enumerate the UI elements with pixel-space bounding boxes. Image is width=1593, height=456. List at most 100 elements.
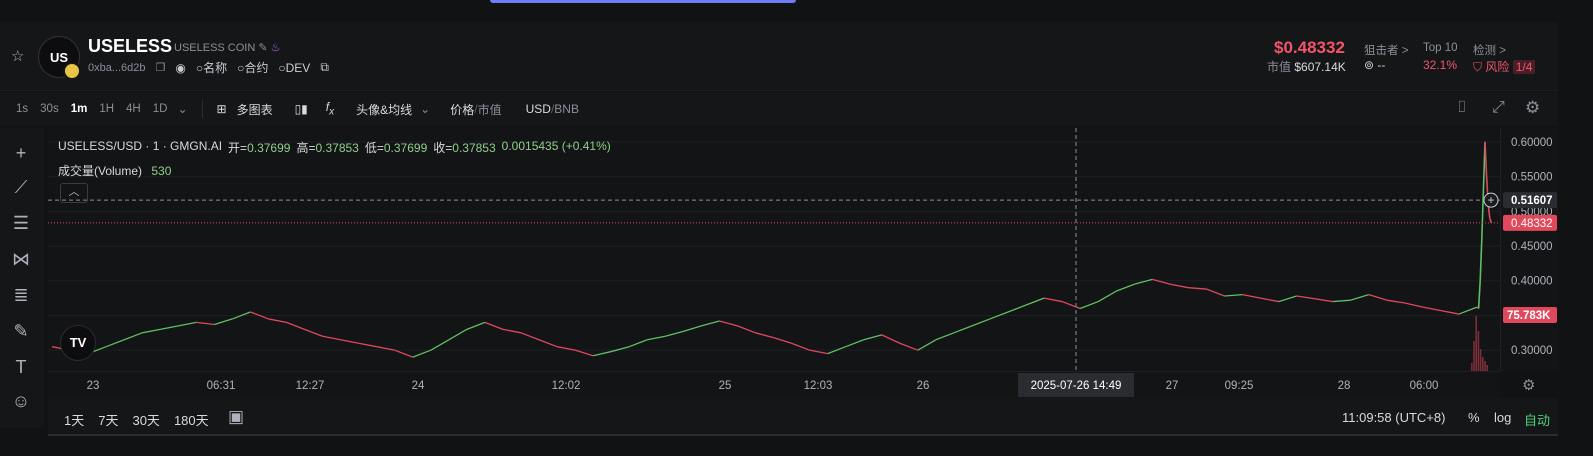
calendar-icon[interactable]: ▣ (228, 407, 244, 427)
price-segment (1007, 304, 1027, 313)
price-segment (773, 337, 792, 344)
price-segment (701, 320, 720, 327)
price-segment (1440, 309, 1460, 315)
price-segment (881, 334, 901, 344)
price-segment (556, 346, 576, 351)
price-segment (304, 328, 323, 337)
x-tick-label: 24 (412, 380, 425, 392)
settings-icon[interactable]: ⚙ (1525, 98, 1540, 118)
price-segment (142, 328, 161, 334)
volume-tag-label: 75.783K (1507, 310, 1551, 322)
external-link-icon[interactable]: ⧉ (320, 60, 329, 75)
spike-segment (1479, 239, 1483, 281)
range-7d[interactable]: 7天 (98, 410, 118, 429)
flame-icon: ♨ (270, 42, 281, 54)
price-segment (611, 346, 630, 353)
search-name-link[interactable]: ○名称 (196, 59, 227, 76)
candle-type-icon[interactable]: ▯▮ (295, 102, 308, 116)
auto-scale-toggle[interactable]: 自动 (1524, 410, 1550, 429)
timeframe-1m[interactable]: 1m (71, 103, 88, 115)
tradingview-logo[interactable]: TV (60, 325, 96, 361)
chart-area[interactable]: + (48, 128, 1500, 371)
function-icon[interactable]: fx (326, 100, 334, 117)
price-toggle[interactable]: 价格 (450, 101, 474, 118)
sniper-label[interactable]: 狙击者 > (1364, 42, 1408, 58)
price-segment (394, 349, 413, 358)
y-tick-label: 0.40000 (1511, 276, 1553, 288)
clock[interactable]: 11:09:58 (UTC+8) (1342, 410, 1445, 425)
chart-legend: USELESS/USD · 1 · GMGN.AI 开=0.37699 高=0.… (58, 139, 611, 155)
price-segment (1404, 302, 1424, 308)
collapse-legend-button[interactable]: ︿ (60, 183, 88, 203)
horizontal-lines-icon[interactable]: ☰ (8, 210, 34, 236)
panel-divider[interactable] (48, 434, 1568, 436)
price-segment (917, 339, 937, 351)
price-segment (1025, 297, 1045, 306)
multi-chart-button[interactable]: 多图表 (237, 101, 273, 118)
price-segment (1350, 294, 1369, 301)
current-price: $0.48332 (1274, 38, 1345, 57)
pattern-icon[interactable]: ⋈ (8, 246, 34, 272)
add-chart-icon[interactable]: ⊞ (217, 102, 227, 116)
timeframe-1h[interactable]: 1H (99, 103, 114, 115)
usd-toggle[interactable]: USD (526, 102, 551, 116)
right-scroll-strip[interactable] (1558, 22, 1593, 456)
copy-icon[interactable]: ❐ (156, 61, 166, 74)
spike-segment (1477, 280, 1481, 309)
risk-check-label[interactable]: 检测 > (1473, 42, 1506, 58)
camera-icon[interactable]: ⌷ (1457, 99, 1467, 117)
x-tick-label: 06:31 (207, 380, 236, 392)
chevron-down-icon[interactable]: ⌄ (420, 102, 430, 116)
bnb-toggle[interactable]: BNB (554, 102, 579, 116)
price-segment (1188, 287, 1207, 290)
price-chart[interactable]: + (48, 128, 1500, 371)
price-segment (105, 339, 125, 348)
price-segment (538, 339, 558, 348)
timeframe-4h[interactable]: 4H (126, 103, 141, 115)
y-tick-label: 0.45000 (1511, 241, 1553, 253)
token-header (0, 22, 1593, 91)
log-scale-toggle[interactable]: log (1494, 410, 1511, 425)
y-tick-label: 0.30000 (1511, 345, 1553, 357)
trendline-icon[interactable]: ⟋ (8, 174, 34, 200)
edit-icon[interactable]: ✎ (258, 42, 267, 54)
price-segment (286, 321, 305, 330)
crosshair-price-label: 0.51607 (1511, 195, 1553, 207)
mcap-toggle[interactable]: 市值 (478, 101, 502, 118)
fullscreen-icon[interactable]: ⤢ (1492, 99, 1505, 117)
text-icon[interactable]: T (8, 354, 34, 380)
brush-icon[interactable]: ✎ (8, 318, 34, 344)
percent-scale-toggle[interactable]: % (1468, 410, 1480, 425)
x-tick-label: 09:25 (1225, 380, 1254, 392)
search-dev-link[interactable]: ○DEV (278, 61, 310, 75)
search-contract-link[interactable]: ○合约 (237, 59, 268, 76)
top10-label: Top 10 (1423, 42, 1458, 54)
range-180d[interactable]: 180天 (174, 410, 209, 429)
price-axis[interactable]: 0.600000.550000.500000.450000.400000.350… (1500, 128, 1559, 371)
price-segment (466, 321, 486, 330)
x-tick-label: 06:00 (1410, 380, 1439, 392)
range-1d[interactable]: 1天 (64, 410, 84, 429)
price-segment (1278, 295, 1297, 303)
emoji-icon[interactable]: ☺ (8, 388, 34, 414)
chevron-down-icon[interactable]: ⌄ (177, 102, 187, 116)
price-segment (1458, 306, 1478, 315)
price-segment (1097, 290, 1117, 303)
crosshair-icon[interactable]: + (8, 140, 34, 166)
volume-bar (1471, 363, 1473, 371)
timeframe-1s[interactable]: 1s (16, 103, 28, 115)
indicator-button[interactable]: 头像&均线 (356, 101, 412, 118)
time-axis[interactable]: 23 06:31 12:27 24 12:02 25 12:03 26 27 09:25 28 06:… (48, 371, 1500, 398)
price-segment (1116, 283, 1135, 292)
timeframe-1d[interactable]: 1D (153, 103, 168, 115)
axis-settings-icon[interactable]: ⚙ (1522, 376, 1535, 394)
timeframe-30s[interactable]: 30s (40, 103, 59, 115)
chain-badge-icon (63, 62, 81, 80)
x-tick-label: 27 (1166, 380, 1179, 392)
star-icon[interactable]: ☆ (11, 47, 24, 65)
sniper-value: ⊚ -- (1364, 58, 1386, 72)
range-30d[interactable]: 30天 (132, 410, 159, 429)
price-segment (971, 318, 991, 327)
price-segment (647, 335, 666, 341)
fib-icon[interactable]: ≣ (8, 282, 34, 308)
